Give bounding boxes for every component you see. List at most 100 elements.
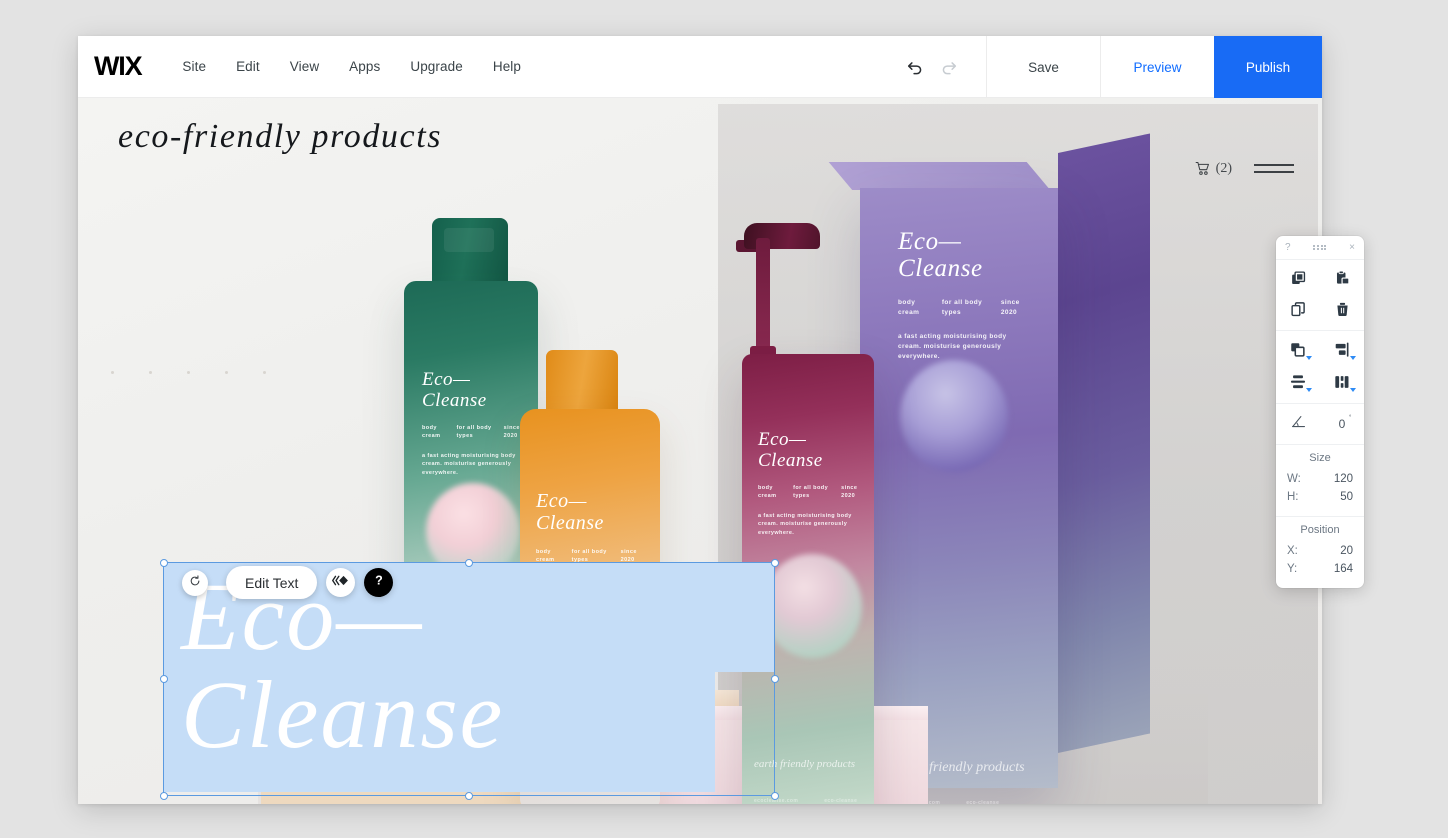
cart-count: (2) xyxy=(1215,160,1232,176)
wix-logo[interactable]: WIX xyxy=(94,53,143,80)
purple-box-sphere xyxy=(900,360,1008,472)
resize-handle-middle-right[interactable] xyxy=(770,674,779,683)
pump-stem xyxy=(756,238,770,358)
size-height-row[interactable]: H: 50 xyxy=(1276,488,1364,506)
resize-handle-bottom-left[interactable] xyxy=(159,791,168,800)
distribute-vertical-dropdown-caret[interactable] xyxy=(1306,388,1312,392)
purple-box-front xyxy=(860,188,1058,788)
menu-item-apps[interactable]: Apps xyxy=(334,53,395,80)
panel-header: ? × xyxy=(1276,236,1364,260)
top-bar-actions: Save Preview Publish xyxy=(896,36,1322,98)
element-float-toolbar: Edit Text ? xyxy=(226,566,394,599)
delete-icon xyxy=(1334,301,1351,318)
main-menu: Site Edit View Apps Upgrade Help xyxy=(167,53,536,80)
arrange-dropdown-caret[interactable] xyxy=(1306,356,1312,360)
panel-help-icon[interactable]: ? xyxy=(1285,242,1291,253)
size-section-title: Size xyxy=(1309,452,1331,464)
shopping-cart-icon xyxy=(1194,160,1211,177)
distribute-horizontal-button[interactable] xyxy=(1320,373,1364,392)
rotate-handle-icon xyxy=(188,574,202,593)
svg-text:?: ? xyxy=(375,574,383,588)
size-width-row[interactable]: W: 120 xyxy=(1276,470,1364,488)
redo-icon[interactable] xyxy=(940,58,958,76)
animation-icon xyxy=(331,574,350,592)
save-button[interactable]: Save xyxy=(986,36,1100,98)
resize-handle-middle-left[interactable] xyxy=(159,674,168,683)
site-heading[interactable]: eco-friendly products xyxy=(118,116,442,157)
element-settings-panel: ? × 0 ° Size W: 120 H: 50 Position X: 20… xyxy=(1276,236,1364,588)
size-height-label: H: xyxy=(1287,491,1299,503)
rotation-value: 0 xyxy=(1338,417,1346,431)
position-section-title: Position xyxy=(1300,524,1340,536)
help-button[interactable]: ? xyxy=(364,568,394,597)
resize-handle-top-left[interactable] xyxy=(159,558,168,567)
rotation-angle-icon xyxy=(1290,413,1307,435)
align-icon xyxy=(1333,341,1351,359)
size-width-value[interactable]: 120 xyxy=(1334,473,1353,485)
menu-item-site[interactable]: Site xyxy=(167,53,221,80)
size-width-label: W: xyxy=(1287,473,1301,485)
app-root: WIX Site Edit View Apps Upgrade Help Sav… xyxy=(0,0,1448,838)
rotate-handle-button[interactable] xyxy=(182,570,208,596)
rotation-angle-button[interactable] xyxy=(1276,413,1320,435)
editor-top-bar: WIX Site Edit View Apps Upgrade Help Sav… xyxy=(78,36,1322,98)
preview-button[interactable]: Preview xyxy=(1100,36,1214,98)
panel-size-section: Size W: 120 H: 50 xyxy=(1276,445,1364,517)
animation-button[interactable] xyxy=(326,568,356,597)
menu-item-upgrade[interactable]: Upgrade xyxy=(395,53,478,80)
rotation-unit: ° xyxy=(1348,415,1352,421)
arrange-layers-icon xyxy=(1289,341,1307,359)
arrange-button[interactable] xyxy=(1276,341,1320,360)
rotation-value-field[interactable]: 0 ° xyxy=(1320,415,1364,431)
align-button[interactable] xyxy=(1320,341,1364,360)
edit-text-button[interactable]: Edit Text xyxy=(226,566,318,599)
menu-item-help[interactable]: Help xyxy=(478,53,536,80)
drag-dots-icon[interactable] xyxy=(1313,244,1327,251)
copy-icon xyxy=(1290,270,1307,287)
copy-button[interactable] xyxy=(1276,270,1320,287)
panel-rotation-row: 0 ° xyxy=(1276,404,1364,445)
menu-item-edit[interactable]: Edit xyxy=(221,53,275,80)
menu-item-view[interactable]: View xyxy=(275,53,334,80)
panel-arrange-tools xyxy=(1276,331,1364,404)
distribute-vertical-icon xyxy=(1289,373,1307,391)
cart-button[interactable]: (2) xyxy=(1194,160,1232,177)
pink-bottle-sphere xyxy=(762,554,862,658)
wix-editor-window: WIX Site Edit View Apps Upgrade Help Sav… xyxy=(78,36,1322,804)
site-nav: (2) xyxy=(1194,160,1294,177)
distribute-vertical-button[interactable] xyxy=(1276,373,1320,392)
position-y-label: Y: xyxy=(1287,563,1298,575)
resize-handle-bottom-right[interactable] xyxy=(770,791,779,800)
position-y-row[interactable]: Y: 164 xyxy=(1276,560,1364,578)
publish-button[interactable]: Publish xyxy=(1214,36,1322,98)
resize-handle-top-right[interactable] xyxy=(770,558,779,567)
distribute-horizontal-icon xyxy=(1333,373,1351,391)
panel-position-section: Position X: 20 Y: 164 xyxy=(1276,517,1364,588)
position-x-value[interactable]: 20 xyxy=(1340,545,1353,557)
position-x-label: X: xyxy=(1287,545,1298,557)
paste-icon xyxy=(1334,270,1351,287)
panel-close-icon[interactable]: × xyxy=(1349,242,1355,253)
undo-icon[interactable] xyxy=(906,58,924,76)
panel-clipboard-tools xyxy=(1276,260,1364,331)
position-x-row[interactable]: X: 20 xyxy=(1276,542,1364,560)
site-canvas[interactable]: Eco— Cleanse body cream for all body typ… xyxy=(78,98,1322,804)
distribute-horizontal-dropdown-caret[interactable] xyxy=(1350,388,1356,392)
duplicate-button[interactable] xyxy=(1276,301,1320,318)
hamburger-menu-icon[interactable] xyxy=(1254,164,1294,173)
green-bottle-cap xyxy=(432,218,508,286)
decorative-dot-row xyxy=(111,371,266,374)
paste-button[interactable] xyxy=(1320,270,1364,287)
help-icon: ? xyxy=(369,570,389,595)
delete-button[interactable] xyxy=(1320,301,1364,318)
align-dropdown-caret[interactable] xyxy=(1350,356,1356,360)
size-height-value[interactable]: 50 xyxy=(1340,491,1353,503)
orange-bottle-cap xyxy=(546,350,618,414)
duplicate-icon xyxy=(1290,301,1307,318)
resize-handle-top-center[interactable] xyxy=(464,558,473,567)
resize-handle-bottom-center[interactable] xyxy=(464,791,473,800)
purple-box-side xyxy=(1058,133,1150,753)
position-y-value[interactable]: 164 xyxy=(1334,563,1353,575)
site-header: eco-friendly products (2) xyxy=(78,98,1322,218)
undo-redo-group xyxy=(896,36,986,98)
